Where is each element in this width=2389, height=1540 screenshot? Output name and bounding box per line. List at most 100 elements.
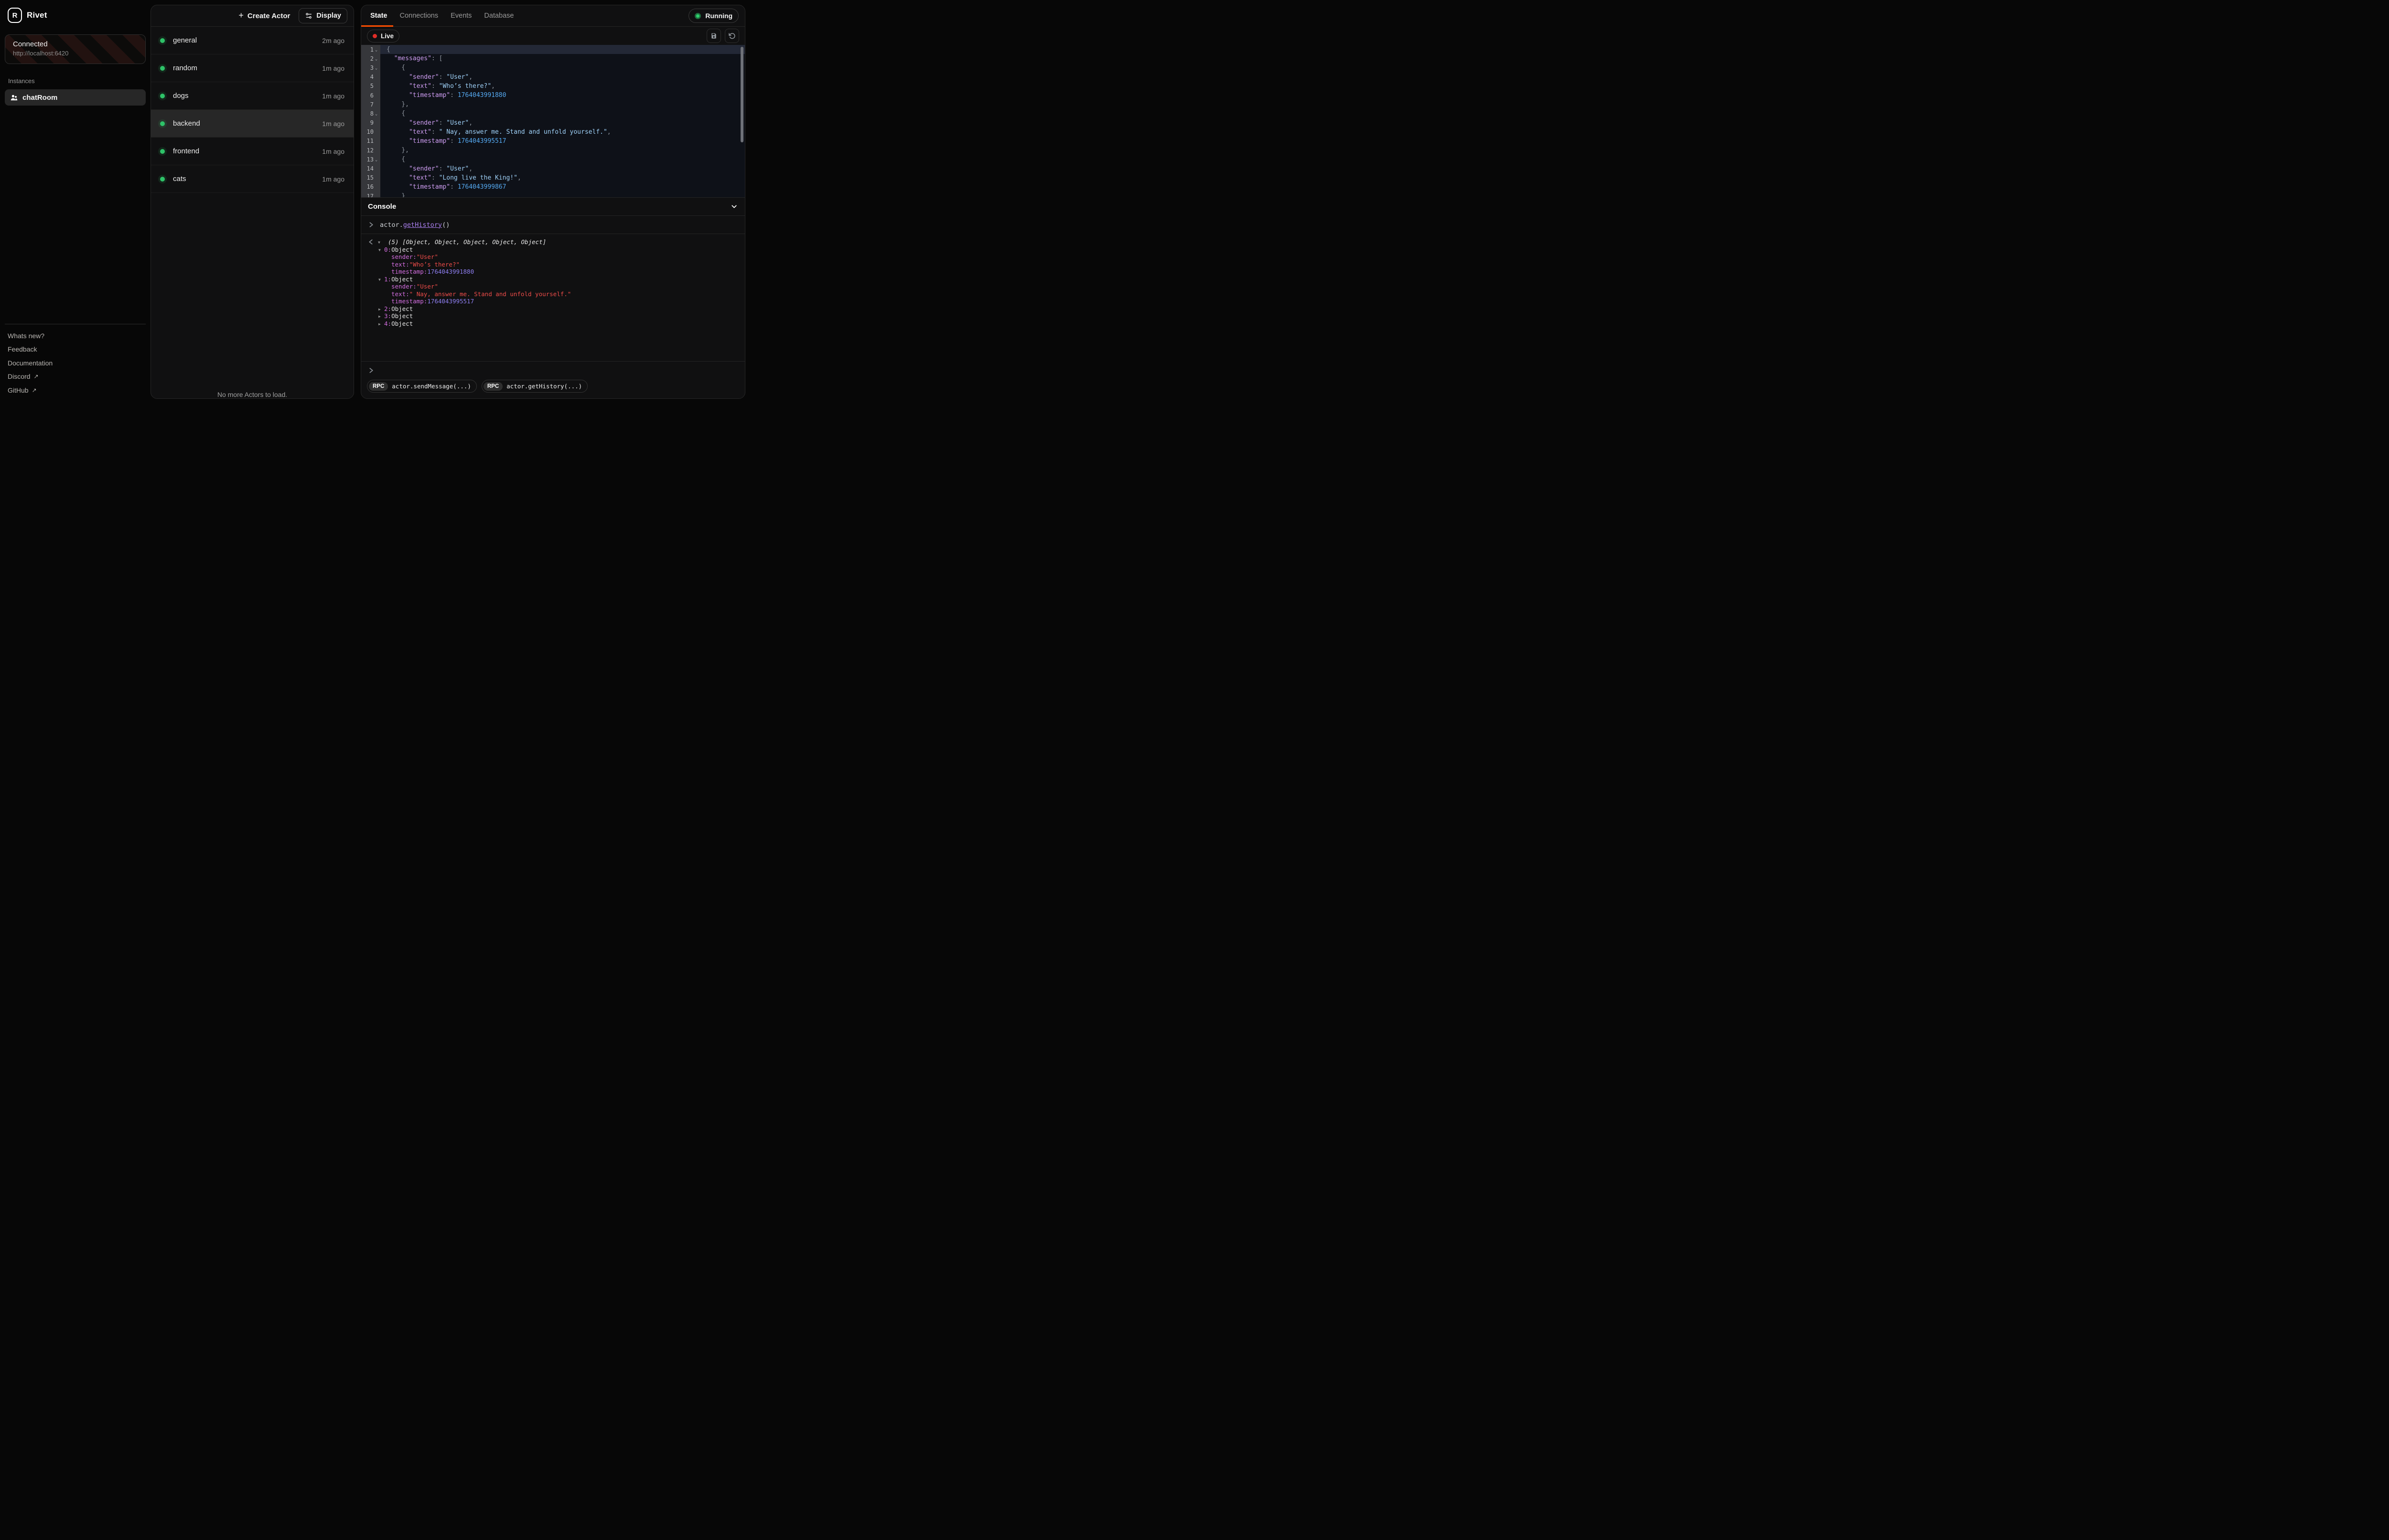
editor-scrollbar[interactable] (741, 47, 743, 142)
console-object-row[interactable]: ▶3: Object (378, 312, 738, 320)
detail-tabs: StateConnectionsEventsDatabase (361, 5, 520, 26)
console-header: Console (361, 198, 745, 216)
actor-row[interactable]: frontend1m ago (151, 138, 354, 165)
line-number: 9 (370, 119, 374, 126)
editor-line: 4 "sender": "User", (361, 73, 745, 82)
status-badge: Running (689, 9, 739, 23)
console-result-summary[interactable]: ▼ (5) [Object, Object, Object, Object, O… (368, 238, 738, 246)
object-index: 0: (384, 246, 391, 254)
tab-database[interactable]: Database (478, 5, 520, 26)
triangle-expanded-icon: ▼ (378, 276, 384, 284)
line-number: 14 (367, 165, 374, 172)
brand[interactable]: R Rivet (5, 7, 146, 23)
editor-line: 11 "timestamp": 1764043995517 (361, 137, 745, 146)
editor-line: 12 }, (361, 146, 745, 155)
editor-lines: 1⌄{2⌄ "messages": [3⌄ {4 "sender": "User… (361, 45, 745, 198)
prompt-chevron-right-icon (368, 222, 374, 228)
line-number: 6 (370, 92, 374, 99)
sidebar-link-github[interactable]: GitHub↗ (5, 384, 146, 397)
actor-row[interactable]: backend1m ago (151, 110, 354, 138)
editor-line: 3⌄ { (361, 63, 745, 72)
actor-detail-panel: StateConnectionsEventsDatabase Running L… (361, 5, 745, 399)
console-object-row[interactable]: ▶2: Object (378, 305, 738, 313)
console-title: Console (368, 203, 396, 211)
sidebar-link-documentation[interactable]: Documentation (5, 356, 146, 370)
fold-chevron-icon[interactable]: ⌄ (374, 57, 379, 62)
console-prop-row: timestamp: 1764043991880 (391, 268, 738, 276)
console-collapse-button[interactable] (730, 203, 738, 211)
rotate-ccw-icon (728, 32, 736, 40)
sidebar-link-feedback[interactable]: Feedback (5, 342, 146, 356)
editor-line: 7 }, (361, 100, 745, 109)
console-input[interactable] (361, 362, 745, 379)
editor-line: 8⌄ { (361, 109, 745, 118)
rpc-chip[interactable]: RPCactor.sendMessage(...) (367, 380, 477, 393)
editor-code-text: { (380, 64, 405, 71)
editor-code-row: }, (380, 100, 745, 109)
brand-name: Rivet (27, 11, 47, 20)
actor-status-dot (160, 121, 165, 126)
rpc-badge: RPC (369, 382, 388, 391)
triangle-collapsed-icon: ▶ (378, 313, 384, 321)
sidebar-link-whats-new-[interactable]: Whats new? (5, 329, 146, 343)
editor-line: 1⌄{ (361, 45, 745, 54)
display-button[interactable]: Display (299, 8, 347, 23)
console-object-row[interactable]: ▶4: Object (378, 320, 738, 328)
reset-state-button[interactable] (725, 29, 739, 43)
console-object-row[interactable]: ▼0: Object (378, 246, 738, 254)
sidebar-item-chatroom[interactable]: chatRoom (5, 89, 146, 106)
save-icon (710, 32, 718, 40)
console-input-area: RPCactor.sendMessage(...) RPCactor.getHis… (361, 361, 745, 398)
tab-state[interactable]: State (361, 5, 393, 26)
external-link-icon: ↗ (32, 387, 37, 394)
editor-code-row: { (380, 63, 745, 72)
actor-row[interactable]: general2m ago (151, 27, 354, 54)
rpc-chip[interactable]: RPCactor.getHistory(...) (482, 380, 588, 393)
actor-name: cats (173, 175, 186, 183)
live-badge[interactable]: Live (367, 30, 399, 43)
editor-gutter-cell: 17 (361, 192, 380, 198)
line-number: 8 (370, 110, 374, 117)
prop-key: sender: (391, 253, 417, 261)
editor-gutter-cell: 3⌄ (361, 63, 380, 72)
actor-row[interactable]: cats1m ago (151, 165, 354, 193)
fold-chevron-icon[interactable]: ⌄ (374, 112, 379, 117)
fold-chevron-icon[interactable]: ⌄ (374, 158, 379, 162)
state-json-editor[interactable]: 1⌄{2⌄ "messages": [3⌄ {4 "sender": "User… (361, 45, 745, 198)
editor-code-text: }, (380, 147, 409, 154)
sidebar-link-label: Feedback (8, 345, 37, 353)
create-actor-button[interactable]: + Create Actor (238, 11, 290, 20)
editor-gutter-cell: 5 (361, 82, 380, 91)
external-link-icon: ↗ (33, 373, 38, 380)
save-state-button[interactable] (707, 29, 721, 43)
editor-code-text: { (380, 110, 405, 117)
tab-events[interactable]: Events (444, 5, 478, 26)
editor-gutter-cell: 7 (361, 100, 380, 109)
sidebar-link-discord[interactable]: Discord↗ (5, 370, 146, 384)
console-object-row[interactable]: ▼1: Object (378, 276, 738, 283)
chevron-down-icon (730, 203, 738, 211)
actor-name: dogs (173, 92, 189, 100)
actor-status-dot (160, 66, 165, 71)
editor-code-text: "sender": "User", (380, 119, 473, 127)
fold-chevron-icon[interactable]: ⌄ (374, 66, 379, 71)
editor-code-row: "timestamp": 1764043995517 (380, 137, 745, 146)
editor-line: 13⌄ { (361, 155, 745, 164)
console-prop-row: sender: "User" (391, 283, 738, 290)
fold-chevron-icon[interactable]: ⌄ (374, 48, 379, 53)
prop-key: text: (391, 290, 409, 298)
object-label: Object (391, 312, 413, 320)
connection-status-card: Connected http://localhost:6420 (5, 34, 146, 64)
editor-code-text: "timestamp": 1764043991880 (380, 92, 506, 99)
instances-section-label: Instances (5, 77, 146, 85)
line-number: 17 (367, 193, 374, 198)
editor-gutter-cell: 6 (361, 91, 380, 100)
editor-code-text: "text": " Nay, answer me. Stand and unfo… (380, 128, 611, 136)
actor-row[interactable]: random1m ago (151, 54, 354, 82)
object-label: Object (391, 246, 413, 254)
editor-line: 2⌄ "messages": [ (361, 54, 745, 63)
line-number: 15 (367, 174, 374, 181)
editor-code-row: "sender": "User", (380, 118, 745, 128)
tab-connections[interactable]: Connections (393, 5, 444, 26)
actor-row[interactable]: dogs1m ago (151, 82, 354, 110)
